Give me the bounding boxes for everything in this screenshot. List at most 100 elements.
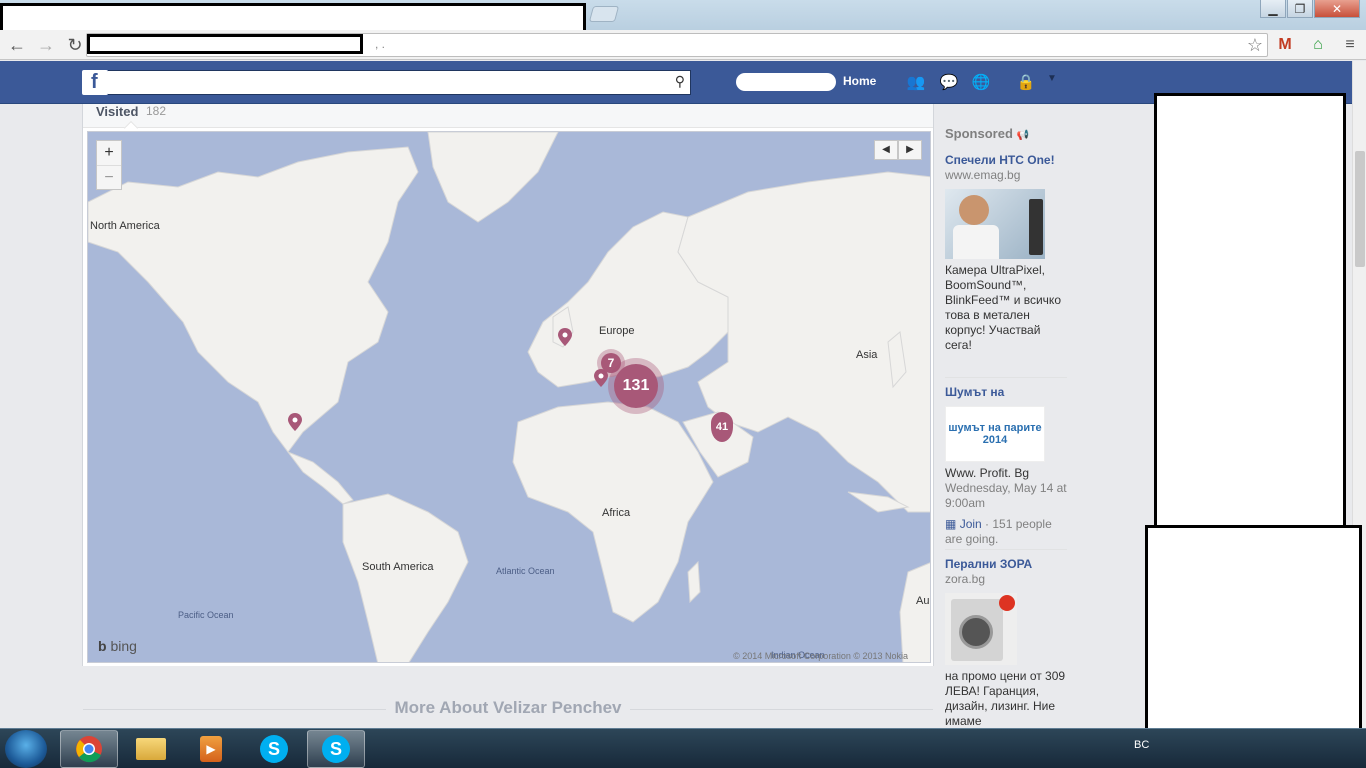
map-next-button[interactable]: ▶	[898, 140, 922, 160]
media-icon[interactable]: ▶	[182, 730, 240, 768]
ads-column: Sponsored 📢 Спечели HTC One! www.emag.bg…	[945, 104, 1067, 728]
bing-logo: b bing	[98, 638, 137, 654]
cluster-count: 41	[715, 421, 729, 433]
map-pager: ◀ ▶	[874, 140, 922, 160]
map-pin-uk[interactable]	[558, 328, 572, 346]
explorer-icon[interactable]	[122, 730, 180, 768]
sponsored-header: Sponsored 📢	[945, 126, 1029, 141]
zoom-controls: + −	[96, 140, 122, 190]
chrome-icon[interactable]	[60, 730, 118, 768]
calendar-icon: ▦	[945, 517, 957, 531]
url-redacted	[87, 34, 363, 54]
browser-tab-redacted[interactable]	[0, 3, 586, 30]
back-button[interactable]: ←	[5, 33, 29, 57]
facebook-logo[interactable]: f	[82, 70, 108, 95]
account-menu-chevron-icon[interactable]: ▼	[1040, 73, 1064, 93]
sponsored-label: Sponsored	[945, 126, 1013, 141]
browser-toolbar: ← → ↻ , . ☆ M ⌂ ≡	[0, 30, 1366, 60]
ad-title[interactable]: Спечели HTC One!	[945, 152, 1067, 168]
windows-taskbar: ▶ S S BC	[0, 728, 1366, 768]
bing-label: bing	[110, 638, 137, 654]
ad-url: zora.bg	[945, 572, 986, 586]
ad-url: www.emag.bg	[945, 168, 1021, 182]
ad-url: Www. Profit. Bg	[945, 466, 1030, 480]
label-australia: Au	[916, 595, 930, 607]
home-icon[interactable]: ⌂	[1307, 34, 1329, 56]
ad-separator	[945, 549, 1067, 550]
label-europe: Europe	[599, 325, 635, 337]
ad-text: Камера UltraPixel, BoomSound™, BlinkFeed…	[945, 263, 1061, 352]
map-copyright: © 2014 Microsoft Corporation © 2013 Noki…	[733, 651, 908, 661]
folder-icon	[136, 738, 166, 760]
menu-icon[interactable]: ≡	[1339, 34, 1361, 56]
map-pin-usa[interactable]	[288, 413, 302, 431]
cluster-count: 131	[614, 364, 658, 408]
privacy-shortcuts-icon[interactable]: 🔒	[1014, 73, 1038, 93]
ad-separator	[945, 377, 1067, 378]
ad-image-shirt	[953, 225, 999, 259]
world-map[interactable]: + − ◀ ▶ North America Europe Asia Africa…	[87, 131, 931, 663]
messages-icon[interactable]: 💬	[937, 73, 961, 93]
maximize-button[interactable]: ❐	[1287, 0, 1313, 18]
address-bar[interactable]: , . ☆	[86, 33, 1268, 57]
url-text: , .	[375, 37, 386, 51]
media-play-icon: ▶	[200, 736, 222, 762]
label-africa: Africa	[602, 507, 631, 519]
ad-profit[interactable]: Шумът на шумът на парите 2014 Www. Profi…	[945, 384, 1067, 547]
zoom-out-button[interactable]: −	[97, 165, 121, 189]
visited-tab[interactable]: Visited	[96, 104, 138, 119]
map-land	[88, 132, 930, 662]
ad-logo-profit[interactable]: шумът на парите 2014	[945, 406, 1045, 462]
more-about-heading: More About Velizar Penchev	[386, 698, 630, 717]
scrollbar-thumb[interactable]	[1355, 151, 1365, 267]
label-asia: Asia	[856, 349, 878, 361]
notifications-globe-icon[interactable]: 🌐	[969, 73, 993, 93]
facebook-search-input[interactable]: ⚲	[108, 70, 691, 95]
visited-tab-header: Visited 182	[83, 104, 933, 128]
skype-icon[interactable]: S	[245, 730, 303, 768]
home-link[interactable]: Home	[843, 74, 876, 88]
minimize-button[interactable]: ▁	[1260, 0, 1286, 18]
label-pacific-ocean: Pacific Ocean	[178, 610, 234, 620]
screen: ▁ ❐ ✕ ← → ↻ , . ☆ M ⌂ ≡ f ⚲ Home 👥 💬 🌐 🔒…	[0, 0, 1366, 768]
places-section: Visited 182 + − ◀ ▶ North America Europe…	[82, 104, 934, 728]
star-icon[interactable]: ☆	[1247, 34, 1263, 56]
ad-text: на промо цени от 309 ЛЕВА! Гаранция, диз…	[945, 669, 1066, 728]
close-button[interactable]: ✕	[1314, 0, 1360, 18]
facebook-header: f ⚲ Home 👥 💬 🌐 🔒 ▼	[0, 61, 1352, 104]
zoom-in-button[interactable]: +	[97, 141, 121, 165]
join-link[interactable]: Join	[960, 517, 982, 531]
more-about-heading-wrapper: More About Velizar Penchev	[83, 698, 933, 720]
ad-title[interactable]: Шумът на	[945, 384, 1067, 400]
chrome-logo-icon	[76, 736, 102, 763]
ad-zora[interactable]: Перални ЗОРА zora.bg на промо цени от 30…	[945, 556, 1067, 728]
label-north-america: North America	[90, 220, 160, 232]
map-prev-button[interactable]: ◀	[874, 140, 898, 160]
ad-htc[interactable]: Спечели HTC One! www.emag.bg Камера Ultr…	[945, 152, 1067, 353]
promo-badge	[999, 595, 1015, 611]
event-join-row: ▦ Join · 151 people are going.	[945, 517, 1067, 547]
event-time: Wednesday, May 14 at 9:00am	[945, 481, 1067, 510]
map-cluster-41[interactable]: 41	[711, 412, 733, 442]
reload-button[interactable]: ↻	[63, 33, 87, 57]
map-cluster-131[interactable]: 131	[608, 358, 664, 414]
gmail-icon[interactable]: M	[1274, 34, 1296, 56]
ad-image-phone	[1029, 199, 1043, 255]
redacted-block-chat	[1154, 93, 1346, 529]
label-south-america: South America	[362, 561, 434, 573]
ad-image-washer[interactable]	[945, 593, 1017, 665]
skype-logo-icon: S	[260, 735, 288, 763]
ad-title[interactable]: Перални ЗОРА	[945, 556, 1067, 572]
skype-active-icon[interactable]: S	[307, 730, 365, 768]
ad-image-htc[interactable]	[945, 189, 1045, 259]
system-tray[interactable]: BC	[1134, 739, 1149, 751]
ad-image-face	[959, 195, 989, 225]
forward-button[interactable]: →	[34, 33, 58, 57]
friend-requests-icon[interactable]: 👥	[904, 73, 928, 93]
search-icon[interactable]: ⚲	[675, 73, 685, 90]
new-tab-button[interactable]	[588, 6, 620, 22]
profile-name-redacted[interactable]	[736, 73, 836, 91]
start-button[interactable]	[5, 730, 47, 768]
label-atlantic-ocean: Atlantic Ocean	[496, 566, 555, 576]
skype-logo-icon: S	[322, 735, 350, 763]
